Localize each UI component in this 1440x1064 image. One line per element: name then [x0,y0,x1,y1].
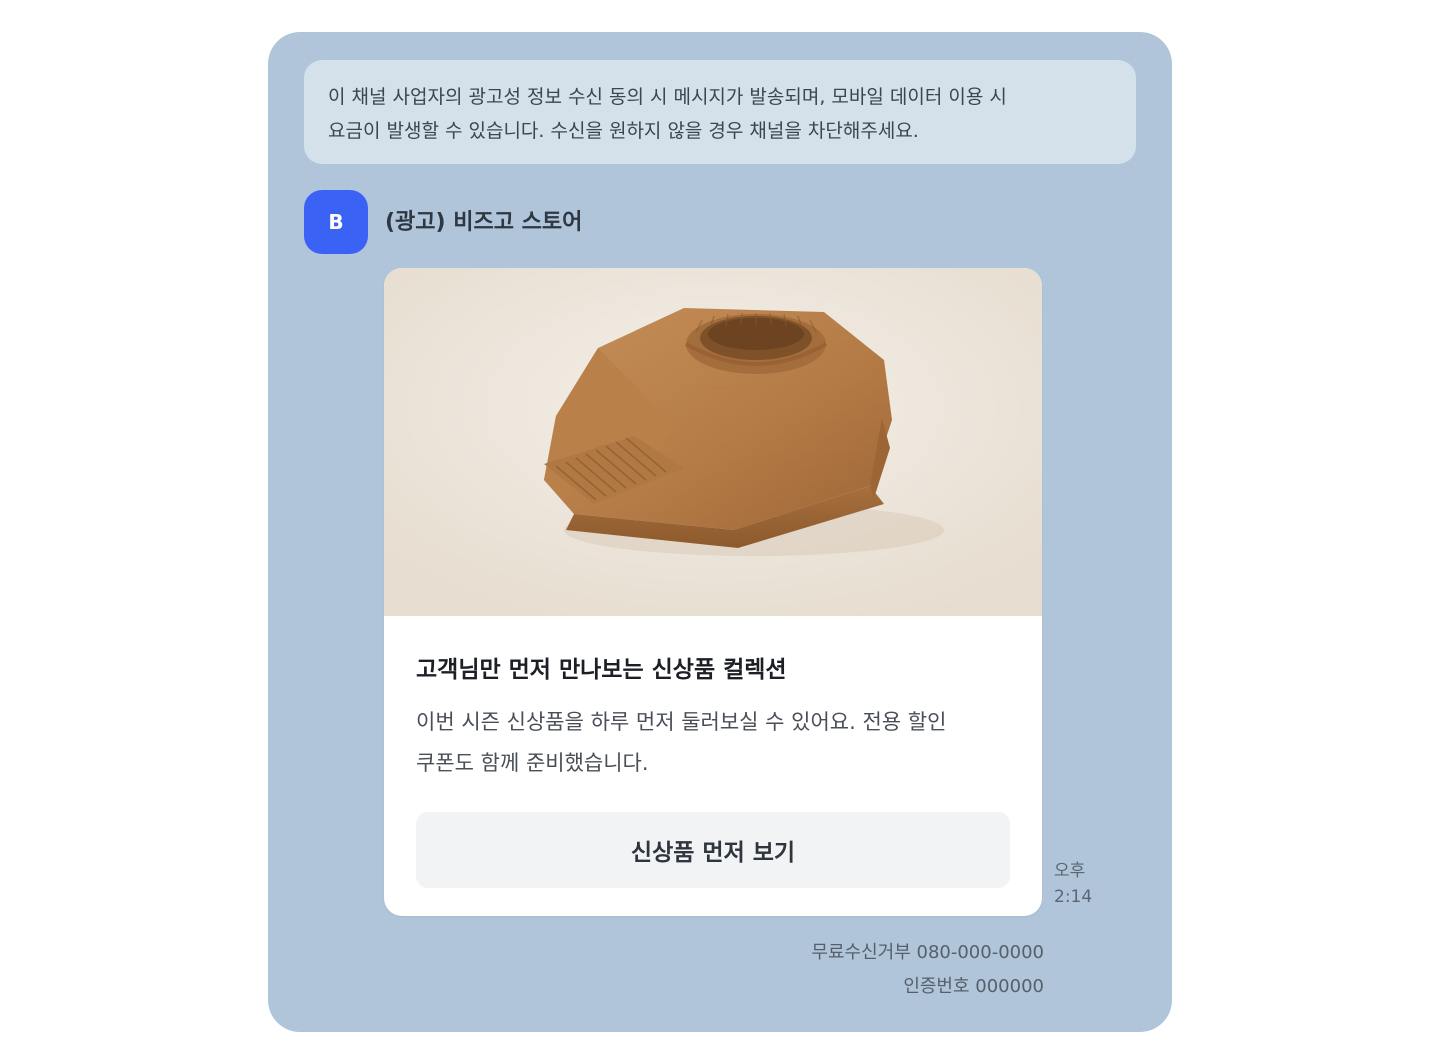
sender-avatar[interactable]: B [304,190,368,254]
time-period: 오후 [1054,861,1086,881]
card-title: 고객님만 먼저 만나보는 신상품 컬렉션 [416,657,787,683]
view-new-products-button[interactable]: 신상품 먼저 보기 [416,812,1010,888]
message-timestamp: 오후 2:14 [1054,858,1092,910]
ad-footer: 무료수신거부 080-000-0000 인증번호 000000 [811,936,1044,1004]
avatar-letter: B [328,210,344,234]
product-image[interactable] [384,268,1042,616]
auth-code: 인증번호 000000 [903,976,1044,997]
sender-name: (광고) 비즈고 스토어 [385,210,583,235]
ad-consent-notice: 이 채널 사업자의 광고성 정보 수신 동의 시 메시지가 발송되며, 모바일 … [304,60,1136,164]
time-value: 2:14 [1054,887,1093,907]
opt-out-number[interactable]: 무료수신거부 080-000-0000 [811,936,1044,970]
folded-sweater-icon [384,268,1042,616]
chat-room-panel: 이 채널 사업자의 광고성 정보 수신 동의 시 메시지가 발송되며, 모바일 … [268,32,1172,1032]
promo-message-card: 고객님만 먼저 만나보는 신상품 컬렉션 이번 시즌 신상품을 하루 먼저 둘러… [384,268,1042,916]
card-description: 이번 시즌 신상품을 하루 먼저 둘러보실 수 있어요. 전용 할인 쿠폰도 함… [416,710,947,775]
